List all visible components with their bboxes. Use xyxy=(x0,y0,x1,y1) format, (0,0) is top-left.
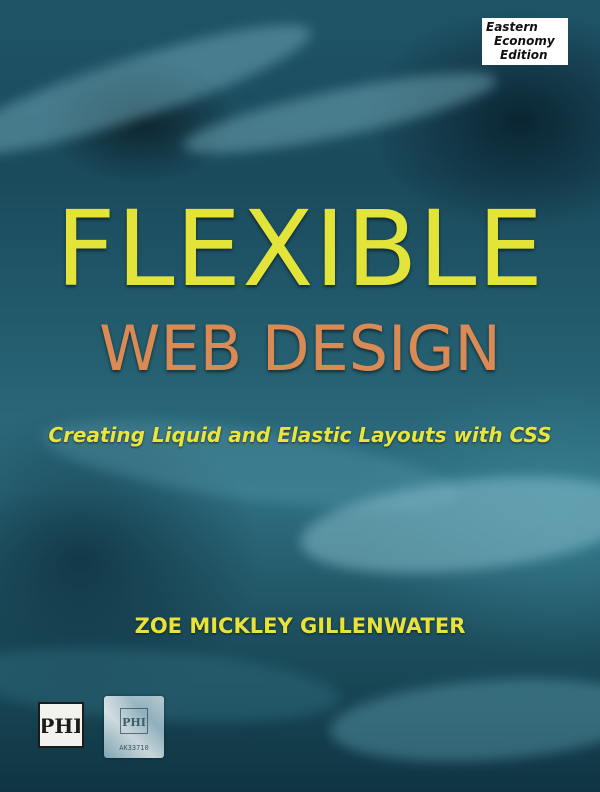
water-streak xyxy=(0,2,320,178)
edition-line: Eastern xyxy=(486,20,538,34)
edition-badge: Eastern Economy Edition xyxy=(482,18,568,65)
author-name: ZOE MICKLEY GILLENWATER xyxy=(134,614,466,638)
phi-logo-icon: PHI xyxy=(42,714,80,738)
book-title-line-1: FLEXIBLE xyxy=(55,188,545,310)
edition-line: Edition xyxy=(500,48,548,62)
book-subtitle: Creating Liquid and Elastic Layouts with… xyxy=(48,423,552,447)
publisher-logo-text: PHI xyxy=(42,714,80,738)
hologram-phi-icon: PHI xyxy=(122,716,146,729)
hologram-logo-box: PHI xyxy=(120,708,148,734)
publisher-logo: PHI xyxy=(38,702,84,748)
book-title-line-2: WEB DESIGN xyxy=(99,312,501,385)
hologram-serial: AK33710 xyxy=(119,744,149,752)
hologram-logo-text: PHI xyxy=(122,716,146,729)
edition-line: Economy xyxy=(494,34,555,48)
hologram-sticker: PHI AK33710 xyxy=(104,696,164,758)
water-streak xyxy=(327,668,600,772)
book-cover: Eastern Economy Edition FLEXIBLE WEB DES… xyxy=(0,0,600,792)
